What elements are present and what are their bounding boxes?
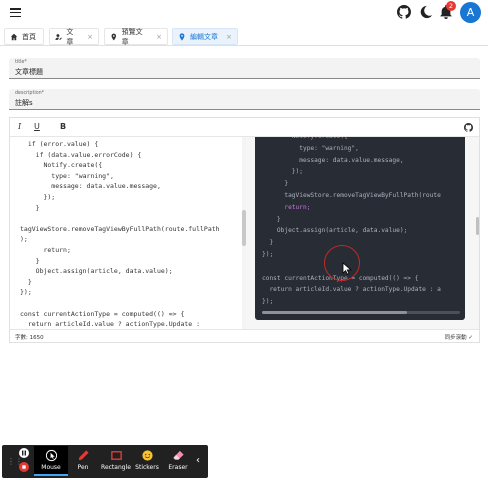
- preview-code-line: Object.assign(article, data.value);: [262, 227, 408, 235]
- top-bar: 2 A: [0, 0, 488, 26]
- source-code-line[interactable]: const currentActionType = computed(() =>…: [20, 310, 184, 318]
- tool-label: Pen: [77, 464, 89, 471]
- tab-label: 首頁: [22, 32, 36, 41]
- stop-icon: [22, 465, 26, 469]
- source-code-line[interactable]: Notify.create({: [20, 161, 102, 169]
- bold-button[interactable]: B: [60, 122, 66, 131]
- tab-close-icon[interactable]: ×: [226, 33, 232, 41]
- source-code-line[interactable]: message: data.value.message,: [20, 182, 161, 190]
- user-edit-icon: [55, 33, 62, 40]
- markdown-editor: I U B if (error.value) { if (data.value.…: [9, 117, 480, 343]
- source-code-line[interactable]: Object.assign(article, data.value);: [20, 267, 173, 275]
- tab-label: 文章: [66, 27, 74, 46]
- source-code-line[interactable]: if (error.value) {: [20, 140, 98, 148]
- preview-code-line: });: [262, 298, 274, 306]
- source-code-line[interactable]: return;: [20, 246, 70, 254]
- description-value[interactable]: 註解s: [15, 98, 33, 108]
- location-pin-icon: [179, 32, 185, 41]
- github-icon[interactable]: [397, 5, 411, 19]
- italic-button[interactable]: I: [18, 122, 21, 131]
- preview-code-line: type: "warning",: [262, 144, 359, 152]
- sync-scroll-toggle[interactable]: 同步滾動 ✓: [445, 333, 473, 341]
- preview-code-line: tagViewStore.removeTagViewByFullPath(rou…: [262, 192, 441, 199]
- description-label: description*: [15, 91, 45, 96]
- location-pin-icon: [111, 33, 117, 40]
- tab-label: 編輯文章: [190, 32, 218, 41]
- collapse-chevron-icon[interactable]: ‹: [196, 455, 200, 466]
- tool-eraser[interactable]: Eraser: [161, 446, 195, 476]
- preview-code-line: return;: [262, 203, 311, 211]
- stop-recording-button[interactable]: [19, 462, 29, 472]
- source-code-line[interactable]: }: [20, 257, 40, 265]
- preview-pane: Notify.create({ type: "warning", message…: [246, 137, 479, 329]
- tool-label: Stickers: [135, 464, 159, 471]
- screen-recorder-toolbar: ⋮⋮ Mouse Pen Rectangle Stickers Eraser ‹: [2, 445, 208, 478]
- source-code-line[interactable]: }: [20, 278, 32, 286]
- source-code-line[interactable]: if (data.value.errorCode) {: [20, 151, 142, 159]
- horizontal-scrollbar[interactable]: [262, 311, 460, 314]
- menu-icon[interactable]: [10, 8, 21, 18]
- dark-mode-icon[interactable]: [419, 5, 433, 19]
- github-icon[interactable]: [464, 123, 473, 132]
- preview-code-line: return articleId.value ? actionType.Upda…: [262, 286, 441, 294]
- preview-code-line: }: [262, 239, 274, 247]
- smiley-sticker-icon: [141, 450, 153, 461]
- preview-code-line: }: [262, 180, 289, 188]
- tool-label: Rectangle: [101, 464, 131, 471]
- editor-toolbar: I U B: [10, 118, 479, 137]
- source-editor-pane[interactable]: if (error.value) { if (data.value.errorC…: [10, 137, 242, 329]
- description-field[interactable]: description* 註解s: [9, 89, 480, 110]
- source-code-line[interactable]: }: [20, 204, 40, 212]
- mouse-pointer-icon: [45, 449, 57, 462]
- scrollbar-thumb[interactable]: [262, 311, 407, 314]
- tool-pen[interactable]: Pen: [66, 446, 100, 476]
- notification-badge: 2: [446, 1, 456, 11]
- tab-home[interactable]: 首頁: [4, 28, 44, 45]
- source-code-line[interactable]: type: "warning",: [20, 172, 114, 180]
- preview-scrollbar[interactable]: [476, 217, 479, 235]
- avatar[interactable]: A: [460, 2, 481, 23]
- underline-button[interactable]: U: [34, 122, 40, 131]
- preview-code-line: }: [262, 215, 281, 223]
- tool-rectangle[interactable]: Rectangle: [99, 446, 133, 476]
- tab-close-icon[interactable]: ×: [156, 33, 162, 41]
- preview-code-line: message: data.value.message,: [262, 156, 404, 164]
- title-label: title*: [15, 60, 27, 65]
- tab-articles[interactable]: 文章 ×: [49, 27, 99, 46]
- preview-code-line: });: [262, 251, 274, 258]
- source-code-line[interactable]: });: [20, 193, 55, 201]
- home-icon: [10, 33, 18, 40]
- pause-button[interactable]: [19, 448, 29, 458]
- tool-label: Eraser: [168, 464, 188, 471]
- rectangle-icon: [110, 451, 122, 460]
- title-value[interactable]: 文章標題: [15, 67, 43, 77]
- preview-code-line: });: [262, 168, 303, 176]
- word-count: 字數: 1650: [15, 335, 44, 341]
- tab-preview-article[interactable]: 預覽文章 ×: [104, 27, 168, 46]
- eraser-icon: [172, 450, 184, 460]
- source-code-line[interactable]: });: [20, 288, 32, 296]
- source-code-line[interactable]: return articleId.value ? actionType.Upda…: [20, 320, 200, 328]
- code-preview-block: Notify.create({ type: "warning", message…: [255, 137, 465, 320]
- title-field[interactable]: title* 文章標題: [9, 58, 480, 79]
- tab-edit-article[interactable]: 編輯文章 ×: [172, 28, 238, 45]
- tab-bar: 首頁 文章 × 預覽文章 × 編輯文章 ×: [0, 26, 488, 46]
- preview-code-line: Notify.create({: [262, 137, 348, 140]
- tool-mouse[interactable]: Mouse: [34, 446, 68, 476]
- mouse-cursor-icon: [342, 262, 352, 275]
- editor-status-bar: 字數: 1650 同步滾動 ✓: [10, 329, 479, 342]
- pause-icon: [22, 450, 26, 456]
- tool-label: Mouse: [41, 464, 61, 471]
- tab-close-icon[interactable]: ×: [87, 33, 93, 41]
- tool-stickers[interactable]: Stickers: [130, 446, 164, 476]
- tab-label: 預覽文章: [121, 27, 143, 46]
- source-code-line[interactable]: );: [20, 235, 28, 243]
- pen-icon: [78, 450, 89, 461]
- source-code-line[interactable]: tagViewStore.removeTagViewByFullPath(rou…: [20, 225, 220, 233]
